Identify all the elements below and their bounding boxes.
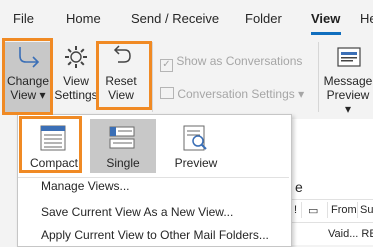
highlight-box-change-view (2, 38, 53, 115)
view-option-single[interactable]: Single (90, 119, 156, 173)
column-header-from[interactable]: From (331, 204, 357, 216)
single-view-icon (109, 126, 135, 149)
conversation-settings-icon (160, 87, 174, 99)
ribbon-view: Change View ▾ View Settings Reset View ✓… (0, 38, 373, 119)
manage-views-item[interactable]: Manage Views... (41, 179, 130, 193)
highlight-box-reset-view (96, 41, 152, 110)
message-preview-icon (337, 47, 361, 67)
conversation-settings-button[interactable]: Conversation Settings ▾ (160, 87, 304, 101)
single-label: Single (106, 156, 140, 170)
show-as-conversations-checkbox[interactable]: ✓ Show as Conversations (160, 54, 302, 72)
view-settings-label-2: Settings (54, 88, 98, 102)
column-divider (301, 202, 302, 218)
tab-file[interactable]: File (13, 11, 34, 26)
ribbon-tab-bar: File Home Send / Receive Folder View He (0, 0, 373, 38)
dropdown-divider (18, 177, 289, 178)
save-current-view-item[interactable]: Save Current View As a New View... (41, 205, 233, 219)
gear-icon (65, 46, 87, 68)
ribbon-separator (318, 42, 319, 112)
view-option-preview[interactable]: Preview (163, 119, 229, 173)
column-header-subject[interactable]: Su (360, 204, 373, 216)
view-settings-button[interactable]: View Settings (53, 42, 99, 102)
apply-current-view-item[interactable]: Apply Current View to Other Mail Folders… (41, 228, 269, 242)
message-list-column-headers: ! ▭ From Su (291, 199, 373, 223)
message-preview-label-1: Message (323, 74, 373, 88)
message-preview-button[interactable]: Message Preview ▾ (322, 42, 373, 116)
tab-home[interactable]: Home (66, 11, 101, 26)
message-list-header-fragment: e (295, 179, 303, 195)
column-divider (357, 202, 358, 218)
tab-help[interactable]: He (360, 11, 373, 26)
column-divider (327, 202, 328, 218)
active-tab-indicator (311, 32, 341, 35)
highlight-box-compact (19, 116, 82, 173)
tab-view[interactable]: View (311, 11, 340, 26)
message-row-text[interactable]: Vaid... RE (328, 228, 373, 240)
view-settings-label-1: View (63, 74, 89, 88)
preview-view-icon (183, 125, 207, 151)
column-header-importance[interactable]: ! (294, 204, 297, 216)
show-as-conversations-label: Show as Conversations (176, 54, 303, 68)
tab-folder[interactable]: Folder (245, 11, 282, 26)
checkbox-icon: ✓ (160, 59, 173, 72)
message-list-pane: e ! ▭ From Su Vaid... RE (290, 119, 373, 245)
column-header-icon: ▭ (308, 205, 319, 217)
preview-label: Preview (174, 156, 218, 170)
tab-send-receive[interactable]: Send / Receive (131, 11, 219, 26)
conversation-settings-label: Conversation Settings ▾ (177, 87, 305, 101)
ribbon-separator (152, 42, 153, 112)
message-preview-label-2: Preview ▾ (326, 88, 370, 116)
